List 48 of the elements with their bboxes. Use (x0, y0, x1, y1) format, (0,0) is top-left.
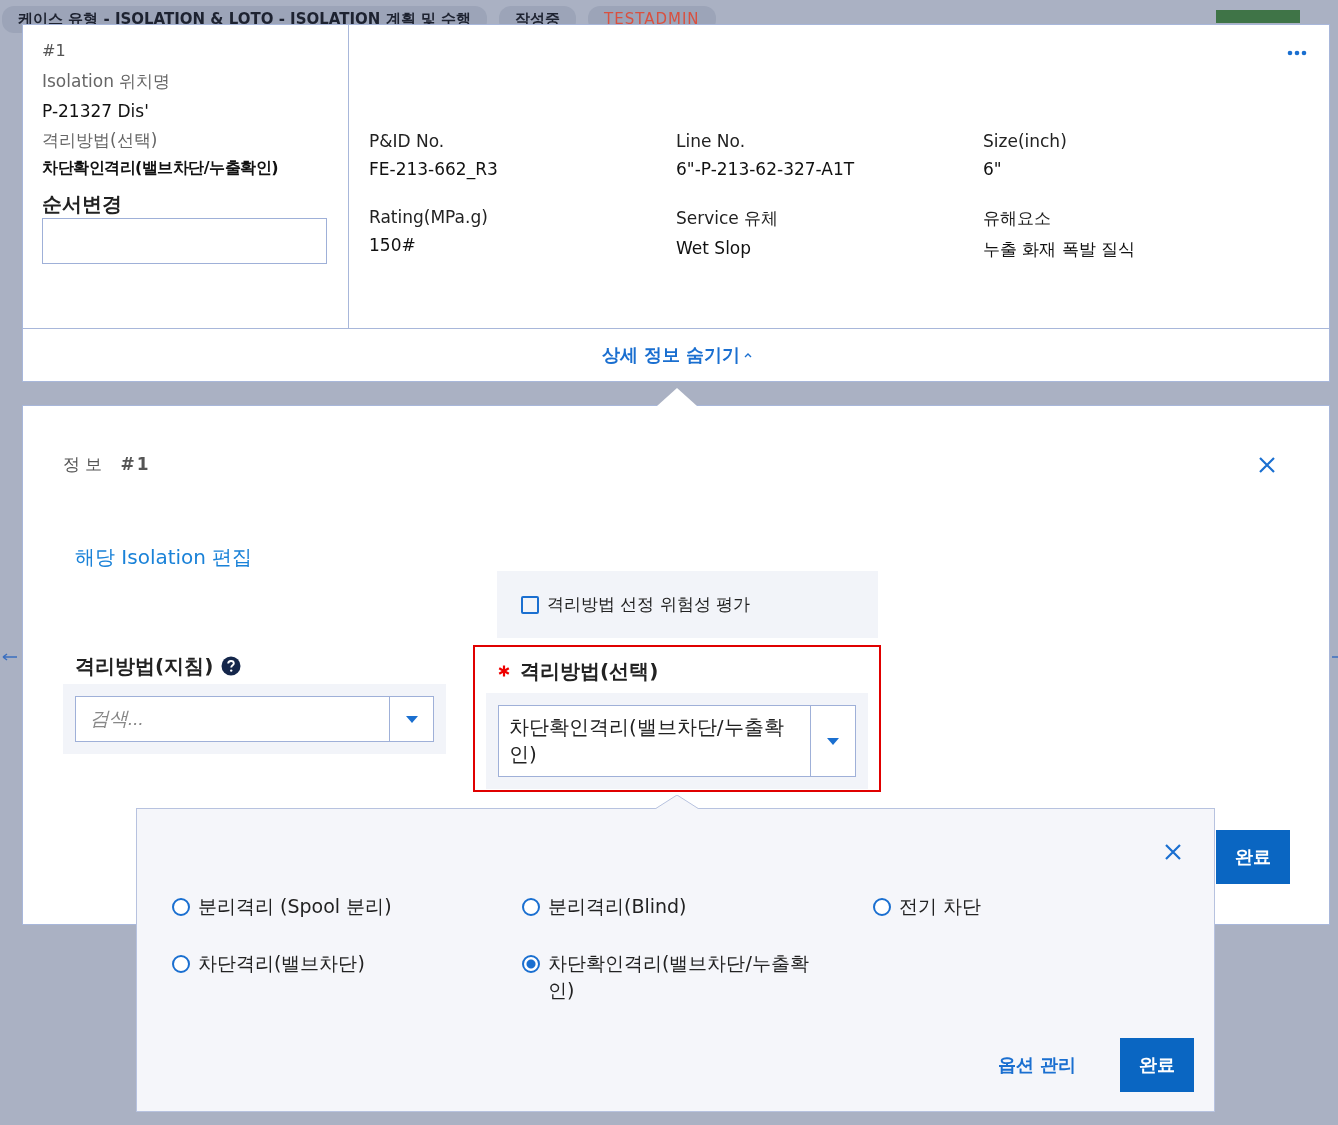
method-label: 격리방법(선택) (42, 129, 159, 152)
method-value: 차단확인격리(밸브차단/누출확인) (42, 158, 279, 179)
field-label: 유해요소 (983, 207, 1052, 230)
radio-button[interactable] (172, 955, 190, 973)
close-icon[interactable] (1164, 843, 1182, 861)
field-label: Rating(MPa.g) (369, 207, 489, 227)
caret-up-icon (744, 352, 753, 358)
order-label: 순서변경 (42, 191, 123, 218)
panel-title: 정 보 (63, 454, 103, 474)
radio-button[interactable] (172, 898, 190, 916)
field-label: Service 유체 (676, 207, 780, 230)
toggle-link[interactable]: 상세 정보 숨기기 (601, 343, 753, 367)
field-label: 격리방법(지침) (75, 652, 214, 680)
location-label: Isolation 위치명 (42, 70, 172, 93)
help-icon (221, 656, 242, 676)
field-value: 150# (369, 235, 417, 255)
checkbox[interactable] (521, 595, 539, 614)
radio-button[interactable] (522, 898, 540, 916)
close-icon[interactable] (1258, 455, 1276, 474)
field-label: 격리방법(선택) (520, 657, 659, 685)
manage-options-link[interactable]: 옵션 관리 (997, 1053, 1076, 1077)
left-arrow-icon (2, 652, 18, 662)
radio-button[interactable] (522, 955, 540, 973)
field-value: 6" (983, 159, 1003, 179)
field-label: Size(inch) (983, 131, 1068, 151)
option-label: 분리격리(Blind) (548, 894, 687, 919)
field-value: 누출 화재 폭발 질식 (983, 238, 1137, 261)
field-value: Wet Slop (676, 238, 753, 258)
order-input-field[interactable] (42, 218, 327, 264)
radio-button[interactable] (873, 898, 891, 916)
field-value: 6"-P-213-62-327-A1T (676, 159, 856, 179)
checkbox-label: 격리방법 선정 위험성 평가 (547, 593, 751, 616)
option-label: 차단격리(밸브차단) (198, 951, 365, 976)
field-label: Line No. (676, 131, 747, 151)
location-value: P-21327 Dis' (42, 101, 150, 121)
more-icon[interactable] (1287, 50, 1307, 56)
field-label: P&ID No. (369, 131, 446, 151)
item-number: #1 (42, 41, 67, 60)
field-value: FE-213-662_R3 (369, 159, 499, 179)
caret-down-icon (405, 715, 418, 723)
panel-number: #1 (120, 454, 151, 474)
edit-link[interactable]: 해당 Isolation 편집 (75, 544, 253, 571)
done-button[interactable]: 완료 (1216, 830, 1290, 884)
search-field[interactable]: 검색... (75, 696, 389, 742)
option-label: 전기 차단 (899, 894, 982, 919)
done-button[interactable]: 완료 (1120, 1038, 1194, 1092)
option-label: 분리격리 (Spool 분리) (198, 894, 392, 919)
option-label: 차단확인격리(밸브차단/누출확인) (548, 951, 810, 1003)
